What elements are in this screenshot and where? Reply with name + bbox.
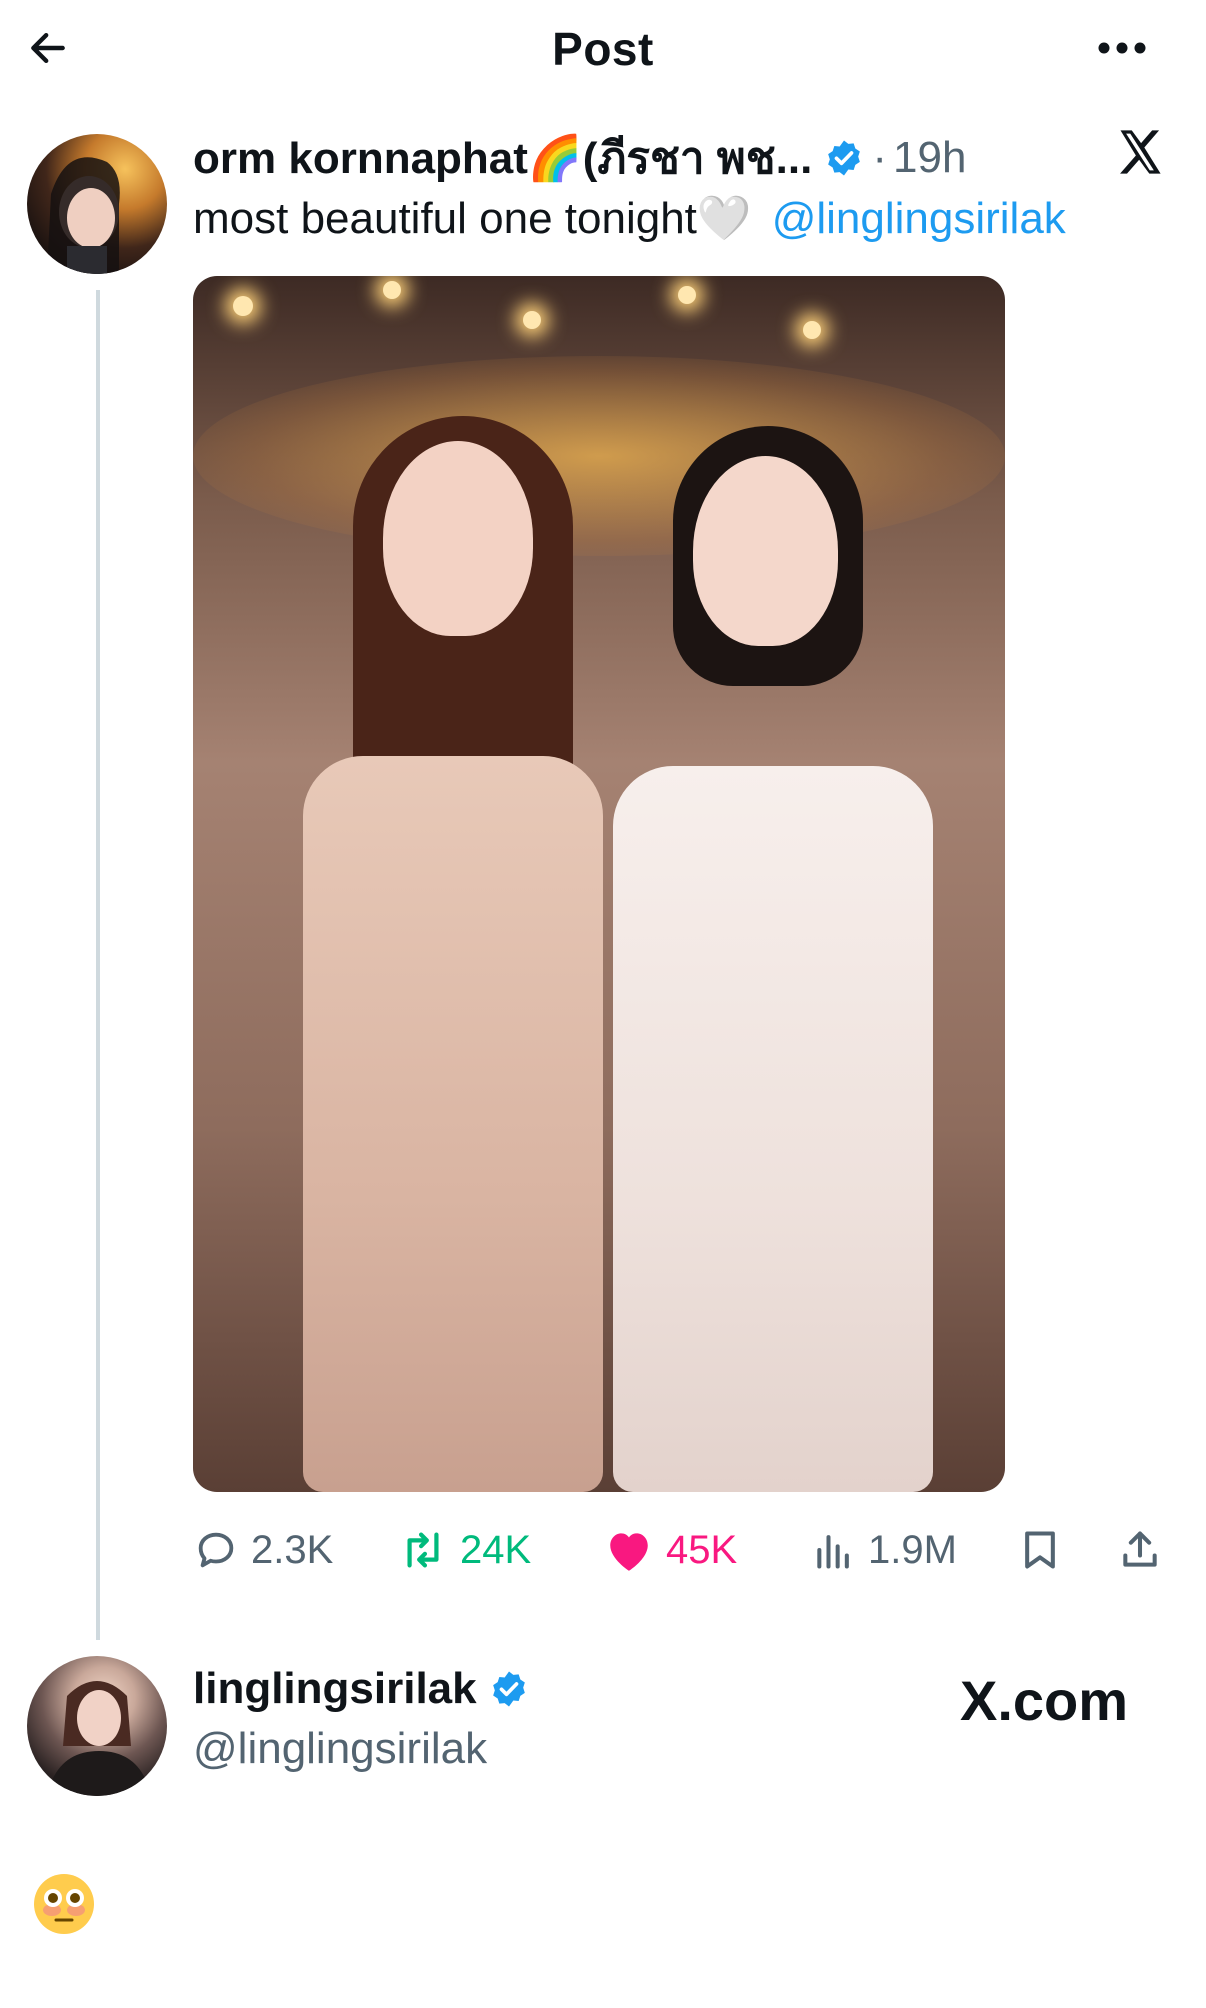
person-left-dress bbox=[303, 756, 603, 1492]
verified-badge-icon bbox=[492, 1671, 525, 1707]
avatar-image bbox=[47, 157, 120, 274]
person-right-face bbox=[693, 456, 838, 646]
like-button[interactable]: 45K bbox=[604, 1518, 737, 1582]
verified-badge-icon bbox=[828, 140, 861, 176]
share-button[interactable] bbox=[1118, 1518, 1174, 1582]
bookmark-icon bbox=[1025, 1531, 1055, 1569]
quoted-user-name-row[interactable]: linglingsirilak bbox=[193, 1664, 529, 1714]
x-com-watermark: X.com bbox=[960, 1669, 1129, 1732]
quoted-user-avatar[interactable] bbox=[27, 1656, 167, 1796]
reply-count: 2.3K bbox=[251, 1527, 334, 1572]
person-right-dress bbox=[613, 766, 933, 1492]
views-icon bbox=[817, 1535, 849, 1569]
mention-link[interactable]: @linglingsirilak bbox=[772, 194, 1066, 243]
avatar-image bbox=[47, 1681, 151, 1796]
person-left-face bbox=[383, 441, 533, 636]
repost-icon bbox=[407, 1532, 439, 1568]
tweet-text: most beautiful one tonight🤍 @linglingsiri… bbox=[193, 192, 1066, 244]
flushed-face-icon bbox=[32, 1872, 96, 1936]
separator-dot: · bbox=[872, 133, 887, 182]
author-avatar[interactable] bbox=[27, 134, 167, 274]
ceiling-light bbox=[678, 286, 696, 304]
reply-button[interactable]: 2.3K bbox=[193, 1518, 333, 1582]
page-title: Post bbox=[552, 23, 654, 75]
more-horizontal-icon bbox=[1098, 42, 1146, 54]
ceiling-light bbox=[803, 321, 821, 339]
repost-button[interactable]: 24K bbox=[398, 1518, 531, 1582]
chandelier-glow bbox=[193, 356, 1005, 556]
tweet-body: most beautiful one tonight🤍 bbox=[193, 194, 752, 243]
ceiling-light bbox=[233, 296, 253, 316]
views-button[interactable]: 1.9M bbox=[812, 1518, 957, 1582]
quoted-user-handle[interactable]: @linglingsirilak bbox=[193, 1724, 487, 1774]
thread-connector-line bbox=[96, 290, 100, 1640]
ceiling-light bbox=[383, 281, 401, 299]
reply-icon bbox=[198, 1532, 234, 1568]
like-count: 45K bbox=[666, 1527, 738, 1572]
quoted-user-name: linglingsirilak bbox=[193, 1664, 477, 1713]
bookmark-button[interactable] bbox=[1018, 1518, 1074, 1582]
more-options-button[interactable] bbox=[1082, 20, 1162, 76]
ceiling-light bbox=[523, 311, 541, 329]
share-icon bbox=[1123, 1531, 1157, 1567]
tweet-photo[interactable] bbox=[193, 276, 1005, 1492]
heart-icon bbox=[610, 1533, 648, 1571]
tweet-author-row: orm kornnaphat🌈(ภีรชา พช... · 19h bbox=[193, 128, 966, 188]
views-count: 1.9M bbox=[868, 1527, 957, 1572]
x-logo-icon bbox=[1114, 126, 1166, 178]
repost-count: 24K bbox=[460, 1527, 532, 1572]
tweet-timestamp[interactable]: 19h bbox=[893, 133, 966, 183]
author-name[interactable]: orm kornnaphat🌈(ภีรชา พช... bbox=[193, 123, 812, 193]
